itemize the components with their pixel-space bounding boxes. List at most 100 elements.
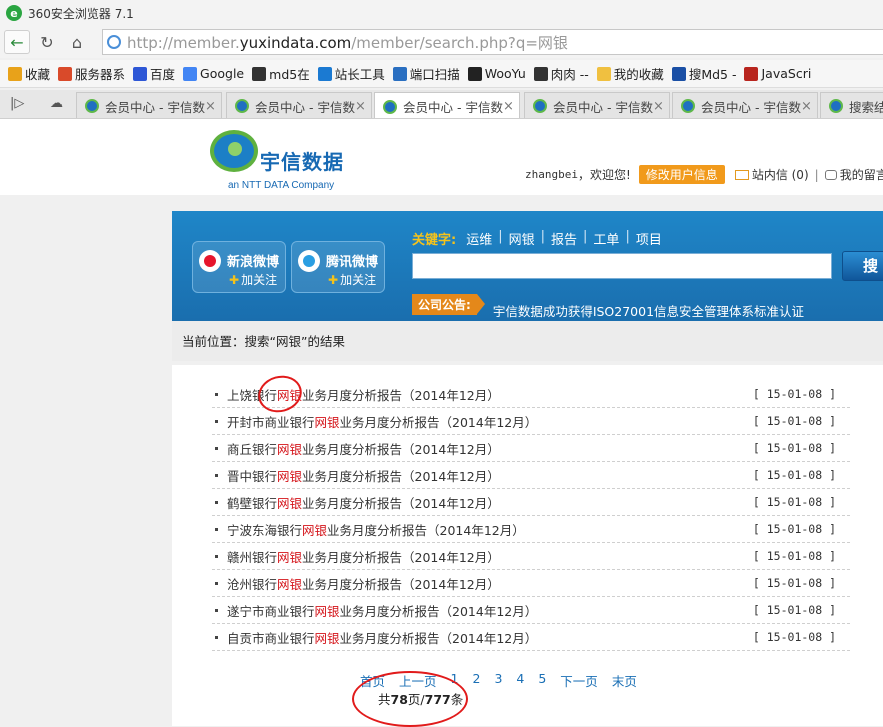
browser-logo-icon: e bbox=[6, 5, 22, 21]
bookmark-item[interactable]: 站长工具 bbox=[317, 64, 385, 83]
home-icon[interactable]: ⌂ bbox=[64, 30, 90, 54]
result-link[interactable]: 赣州银行网银业务月度分析报告（2014年12月） bbox=[227, 547, 500, 566]
result-date: [ 15-01-08 ] bbox=[752, 576, 836, 590]
cloud-icon[interactable]: ☁ bbox=[50, 96, 63, 111]
envelope-icon bbox=[734, 169, 749, 180]
my-messages-link[interactable]: 我的留言 bbox=[824, 166, 883, 183]
bullet bbox=[215, 500, 218, 504]
tab-favicon-icon bbox=[235, 99, 249, 113]
tools-icon bbox=[317, 66, 332, 81]
browser-tab[interactable]: 会员中心 - 宇信数 × bbox=[672, 92, 818, 118]
announcement-text[interactable]: 宇信数据成功获得ISO27001信息安全管理体系标准认证 bbox=[493, 301, 804, 320]
close-icon[interactable]: × bbox=[653, 99, 669, 114]
page-number-link[interactable]: 2 bbox=[472, 671, 480, 690]
breadcrumb: 当前位置：搜索“网银”的结果 bbox=[172, 321, 883, 361]
welcome-text: ，欢迎您! bbox=[577, 168, 631, 182]
search-input[interactable] bbox=[412, 253, 832, 279]
result-link[interactable]: 鹤壁银行网银业务月度分析报告（2014年12月） bbox=[227, 493, 500, 512]
result-link[interactable]: 沧州银行网银业务月度分析报告（2014年12月） bbox=[227, 574, 500, 593]
bookmark-item[interactable]: 服务器系 bbox=[58, 64, 125, 83]
list-item: 宁波东海银行网银业务月度分析报告（2014年12月） [ 15-01-08 ] bbox=[212, 516, 850, 543]
refresh-icon[interactable]: ↻ bbox=[34, 30, 60, 54]
page-number-link[interactable]: 5 bbox=[538, 671, 546, 690]
close-icon[interactable]: × bbox=[355, 99, 371, 114]
inbox-link[interactable]: 站内信 (0) bbox=[734, 166, 809, 183]
sina-weibo-follow[interactable]: 新浪微博 ✚ 加关注 bbox=[192, 241, 286, 293]
tab-favicon-icon bbox=[829, 99, 843, 113]
logo-globe-icon bbox=[210, 130, 258, 172]
close-icon[interactable]: × bbox=[503, 99, 519, 114]
keyword-link[interactable]: 工单 bbox=[593, 229, 619, 248]
results-panel: 上饶银行网银业务月度分析报告（2014年12月）[ 15-01-08 ] 开封市商… bbox=[172, 365, 883, 727]
list-item: 自贡市商业银行网银业务月度分析报告（2014年12月） [ 15-01-08 ] bbox=[212, 624, 850, 651]
bookmark-item[interactable]: 收藏 bbox=[8, 64, 50, 83]
page-number-link[interactable]: 4 bbox=[516, 671, 524, 690]
bullet bbox=[215, 473, 218, 477]
bookmark-item[interactable]: 搜Md5 - bbox=[671, 64, 736, 83]
bookmark-item[interactable]: 我的收藏 bbox=[596, 64, 664, 83]
bookmark-item[interactable]: md5在 bbox=[252, 64, 310, 83]
bullet bbox=[215, 581, 218, 585]
browser-tab[interactable]: 搜索结 bbox=[820, 92, 883, 118]
tencent-weibo-follow[interactable]: 腾讯微博 ✚ 加关注 bbox=[291, 241, 385, 293]
globe-icon bbox=[107, 35, 121, 49]
address-row: ← ↻ ⌂ http://member.yuxindata.com/member… bbox=[0, 26, 883, 58]
tab-favicon-icon bbox=[533, 99, 547, 113]
bullet bbox=[215, 446, 218, 450]
divider: | bbox=[583, 229, 588, 244]
bookmark-item[interactable]: 百度 bbox=[133, 64, 175, 83]
result-link[interactable]: 自贡市商业银行网银业务月度分析报告（2014年12月） bbox=[227, 628, 537, 647]
grid-icon bbox=[252, 66, 267, 81]
close-icon[interactable]: × bbox=[205, 99, 221, 114]
bookmark-item[interactable]: JavaScri bbox=[744, 66, 811, 81]
bookmark-item[interactable]: 肉肉 -- bbox=[533, 64, 589, 83]
page-number-link[interactable]: 3 bbox=[494, 671, 502, 690]
result-date: [ 15-01-08 ] bbox=[752, 495, 836, 509]
list-item: 遂宁市商业银行网银业务月度分析报告（2014年12月） [ 15-01-08 ] bbox=[212, 597, 850, 624]
site-logo[interactable]: 宇信数据 an NTT DATA Company bbox=[210, 128, 360, 191]
browser-tab[interactable]: 会员中心 - 宇信数 × bbox=[76, 92, 222, 118]
result-date: [ 15-01-08 ] bbox=[752, 468, 836, 482]
divider: | bbox=[814, 167, 819, 182]
star-icon bbox=[8, 66, 22, 81]
keyword-list: 关键字: 运维 | 网银 | 报告 | 工单 | 项目 bbox=[412, 229, 668, 248]
result-link[interactable]: 遂宁市商业银行网银业务月度分析报告（2014年12月） bbox=[227, 601, 537, 620]
bookmark-item[interactable]: 端口扫描 bbox=[392, 64, 460, 83]
result-link[interactable]: 开封市商业银行网银业务月度分析报告（2014年12月） bbox=[227, 412, 537, 431]
sidebar-toggle-icon[interactable]: |▷ bbox=[10, 96, 24, 111]
result-date: [ 15-01-08 ] bbox=[752, 387, 836, 401]
keyword-link[interactable]: 报告 bbox=[551, 229, 577, 248]
url-text: http://member.yuxindata.com/member/searc… bbox=[127, 33, 568, 52]
result-date: [ 15-01-08 ] bbox=[752, 549, 836, 563]
tencent-weibo-icon bbox=[298, 250, 320, 272]
close-icon[interactable]: × bbox=[801, 99, 817, 114]
keyword-link[interactable]: 运维 bbox=[466, 229, 492, 248]
bullet bbox=[215, 527, 218, 531]
browser-tab[interactable]: 会员中心 - 宇信数 × bbox=[374, 92, 520, 118]
last-page-link[interactable]: 末页 bbox=[612, 671, 637, 690]
result-link[interactable]: 商丘银行网银业务月度分析报告（2014年12月） bbox=[227, 439, 500, 458]
result-link[interactable]: 宁波东海银行网银业务月度分析报告（2014年12月） bbox=[227, 520, 525, 539]
bullet bbox=[215, 392, 218, 396]
bullet bbox=[215, 608, 218, 612]
sina-weibo-icon bbox=[199, 250, 221, 272]
keyword-link[interactable]: 项目 bbox=[636, 229, 662, 248]
list-item: 商丘银行网银业务月度分析报告（2014年12月） [ 15-01-08 ] bbox=[212, 435, 850, 462]
next-page-link[interactable]: 下一页 bbox=[560, 671, 598, 690]
result-link[interactable]: 晋中银行网银业务月度分析报告（2014年12月） bbox=[227, 466, 500, 485]
google-icon bbox=[183, 66, 198, 81]
address-bar[interactable]: http://member.yuxindata.com/member/searc… bbox=[102, 29, 883, 55]
bookmark-item[interactable]: Google bbox=[183, 66, 244, 81]
browser-tab[interactable]: 会员中心 - 宇信数 × bbox=[524, 92, 670, 118]
username: zhangbei bbox=[525, 168, 578, 181]
keyword-label: 关键字: bbox=[412, 233, 457, 248]
search-button[interactable]: 搜 bbox=[842, 251, 883, 281]
keyword-link[interactable]: 网银 bbox=[509, 229, 535, 248]
back-arrow-icon[interactable]: ← bbox=[4, 30, 30, 54]
search-banner: 新浪微博 ✚ 加关注 腾讯微博 ✚ 加关注 关键字: 运维 | 网银 | 报告 | 工单 | 项目 … bbox=[172, 211, 883, 321]
browser-tab[interactable]: 会员中心 - 宇信数 × bbox=[226, 92, 372, 118]
result-date: [ 15-01-08 ] bbox=[752, 603, 836, 617]
folder-icon bbox=[596, 66, 611, 81]
bookmark-item[interactable]: WooYu bbox=[467, 66, 526, 81]
edit-profile-button[interactable]: 修改用户信息 bbox=[638, 165, 725, 184]
